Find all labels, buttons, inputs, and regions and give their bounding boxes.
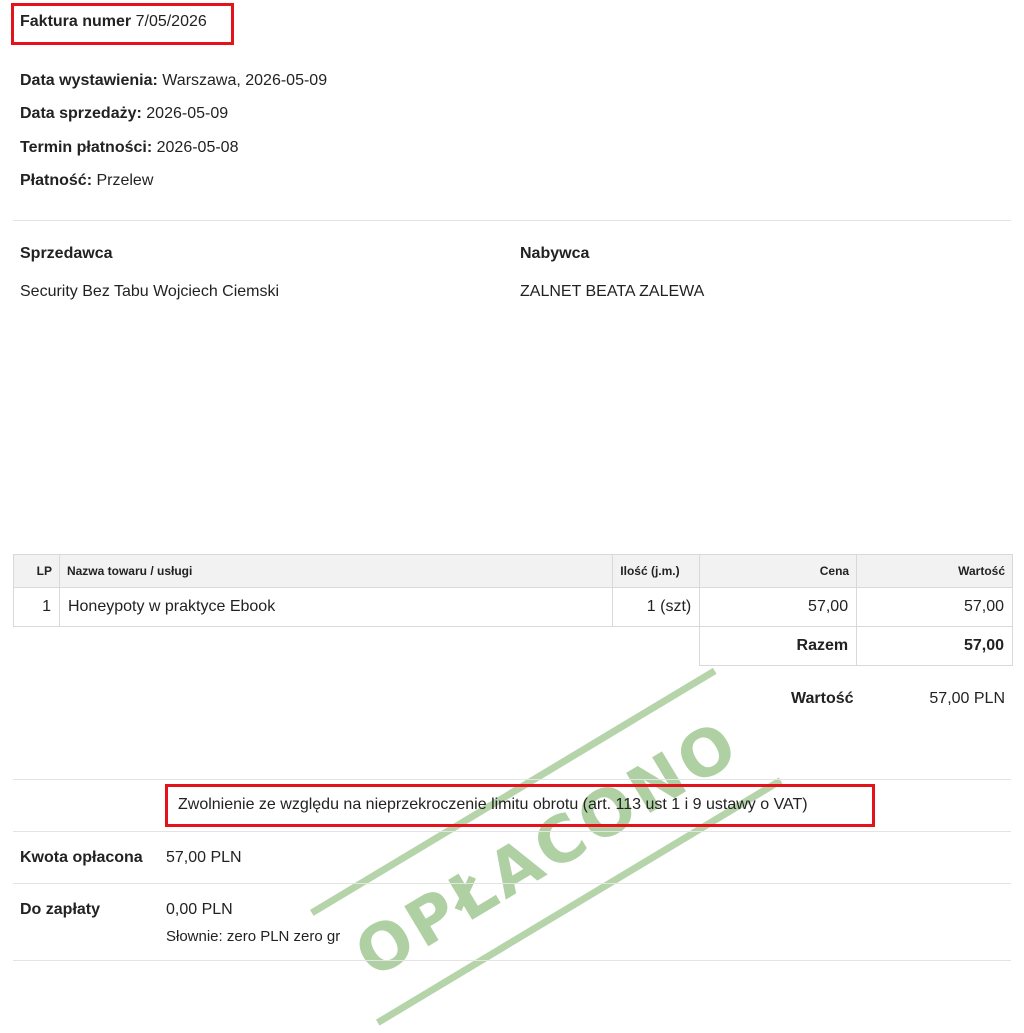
divider xyxy=(13,883,1011,884)
buyer-name: ZALNET BEATA ZALEWA xyxy=(520,283,705,300)
meta-value: Warszawa, 2026-05-09 xyxy=(162,72,328,89)
divider xyxy=(13,779,1011,780)
col-header-lp: LP xyxy=(13,554,60,588)
divider xyxy=(13,960,1011,961)
meta-value: 2026-05-09 xyxy=(146,105,229,122)
highlight-box-invoice-number xyxy=(11,3,234,45)
cell-quantity: 1 (szt) xyxy=(612,587,701,627)
paid-stamp: OPŁACONO xyxy=(307,663,787,1033)
paid-value: 57,00 PLN xyxy=(166,849,242,866)
highlight-box-vat-note xyxy=(165,784,875,827)
paid-label: Kwota opłacona xyxy=(20,849,143,866)
meta-issue-date: Data wystawienia: Warszawa, 2026-05-09 xyxy=(20,72,327,90)
divider xyxy=(13,220,1011,221)
meta-payment-method: Płatność: Przelew xyxy=(20,172,153,190)
col-header-price: Cena xyxy=(699,554,858,588)
cell-lp: 1 xyxy=(13,587,60,627)
meta-label: Data sprzedaży: xyxy=(20,105,142,122)
divider xyxy=(13,831,1011,832)
meta-sale-date: Data sprzedaży: 2026-05-09 xyxy=(20,105,228,123)
meta-label: Termin płatności: xyxy=(20,139,153,156)
blank-cell xyxy=(14,627,700,666)
seller-heading: Sprzedawca xyxy=(20,245,113,262)
col-header-qty: Ilość (j.m.) xyxy=(612,554,701,588)
seller-name: Security Bez Tabu Wojciech Ciemski xyxy=(20,283,280,300)
due-value: 0,00 PLN xyxy=(166,901,233,918)
meta-label: Płatność: xyxy=(20,172,93,189)
table-header-row: LP Nazwa towaru / usługi Ilość (j.m.) Ce… xyxy=(13,554,1013,588)
cell-value: 57,00 xyxy=(856,587,1013,627)
due-in-words: Słownie: zero PLN zero gr xyxy=(166,928,341,945)
meta-value: 2026-05-08 xyxy=(156,139,239,156)
summary-label: Wartość xyxy=(791,690,854,707)
meta-label: Data wystawienia: xyxy=(20,72,158,89)
meta-value: Przelew xyxy=(96,172,154,189)
stamp-text: OPŁACONO xyxy=(343,706,753,994)
items-table: LP Nazwa towaru / usługi Ilość (j.m.) Ce… xyxy=(13,554,1013,666)
col-header-value: Wartość xyxy=(856,554,1013,588)
buyer-heading: Nabywca xyxy=(520,245,590,262)
summary-value: 57,00 PLN xyxy=(929,690,1005,707)
meta-payment-due: Termin płatności: 2026-05-08 xyxy=(20,139,238,157)
due-label: Do zapłaty xyxy=(20,901,101,918)
cell-price: 57,00 xyxy=(699,587,858,627)
cell-item-name: Honeypoty w praktyce Ebook xyxy=(58,587,614,627)
total-value: 57,00 xyxy=(856,626,1013,666)
table-total-row: Razem 57,00 xyxy=(14,626,1013,666)
col-header-name: Nazwa towaru / usługi xyxy=(58,554,614,588)
table-row: 1 Honeypoty w praktyce Ebook 1 (szt) 57,… xyxy=(13,587,1013,627)
total-label: Razem xyxy=(699,626,858,666)
